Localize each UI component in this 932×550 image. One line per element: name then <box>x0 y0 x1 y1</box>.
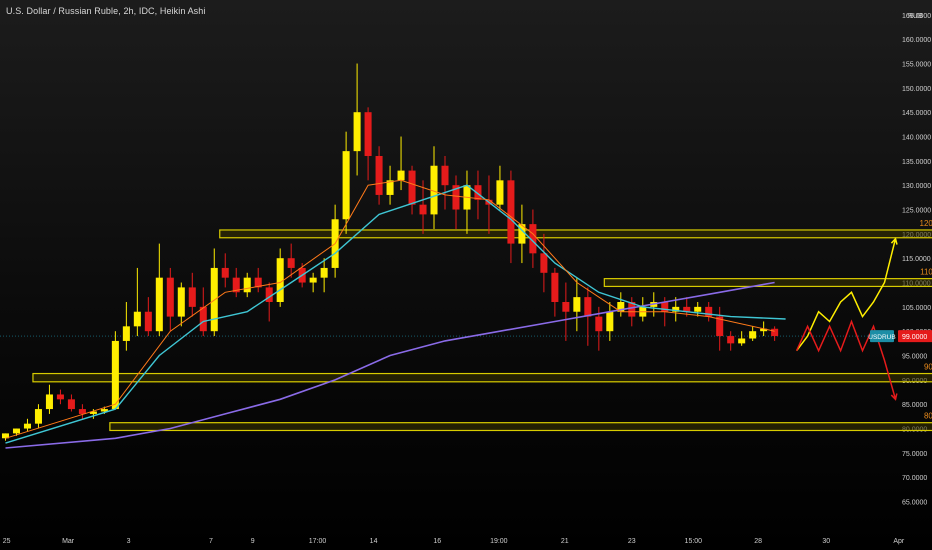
zone-box <box>32 372 932 383</box>
candle-body <box>166 277 174 317</box>
candle-body <box>309 277 317 283</box>
candle-body <box>122 326 130 341</box>
zone-box <box>109 422 932 432</box>
candle-body <box>353 112 361 152</box>
candle-body <box>342 151 350 220</box>
symbol-tag-label: USDRUB <box>868 334 895 341</box>
candle-body <box>496 180 504 205</box>
candle-body <box>144 311 152 332</box>
candle-body <box>705 306 713 317</box>
candle-body <box>507 180 515 244</box>
candle-body <box>188 287 196 307</box>
candle-body <box>276 258 284 302</box>
candle-body <box>45 394 53 410</box>
price-chart[interactable]: 65.000070.000075.000080.000085.000090.00… <box>0 0 932 550</box>
candle-body <box>584 297 592 317</box>
candle-body <box>133 311 141 327</box>
time-tick-label: 25 <box>3 538 11 545</box>
zone-label: 110,000 <box>920 268 932 277</box>
price-tick-label: 70.0000 <box>902 475 927 482</box>
candle-body <box>694 306 702 312</box>
price-tick-label: 115.0000 <box>902 256 931 263</box>
candle-body <box>111 340 119 410</box>
time-tick-label: 21 <box>561 538 569 545</box>
time-tick-label: 9 <box>251 538 255 545</box>
candle-body <box>540 253 548 273</box>
candle-body <box>408 170 416 205</box>
time-tick-label: 19:00 <box>490 538 508 545</box>
ma-medium-line <box>5 184 786 444</box>
time-tick-label: 30 <box>822 538 830 545</box>
price-tick-label: 95.0000 <box>902 354 927 361</box>
candle-body <box>34 409 42 424</box>
time-tick-label: 7 <box>209 538 213 545</box>
candle-body <box>375 156 383 195</box>
candle-body <box>177 287 185 317</box>
zone-box <box>219 229 932 239</box>
candle-body <box>727 336 735 344</box>
time-tick-label: 15:00 <box>685 538 703 545</box>
time-tick-label: 28 <box>754 538 762 545</box>
candle-body <box>67 399 75 410</box>
candle-body <box>562 302 570 312</box>
candle-body <box>243 277 251 293</box>
candle-body <box>23 423 31 429</box>
time-tick-label: 14 <box>370 538 378 545</box>
candle-body <box>595 316 603 332</box>
price-tick-label: 150.0000 <box>902 86 931 93</box>
candle-body <box>155 277 163 332</box>
price-tick-label: 75.0000 <box>902 451 927 458</box>
price-tick-label: 135.0000 <box>902 159 931 166</box>
candle-body <box>749 331 757 339</box>
candle-body <box>771 328 779 337</box>
candle-body <box>199 306 207 332</box>
price-tick-label: 140.0000 <box>902 135 931 142</box>
price-tick-label: 160.0000 <box>902 37 931 44</box>
price-tick-label: 155.0000 <box>902 62 931 69</box>
candle-body <box>320 267 328 278</box>
price-tick-label: 65.0000 <box>902 500 927 507</box>
candle-body <box>12 428 20 434</box>
last-price-label: 99.0000 <box>902 334 927 341</box>
candle-body <box>606 311 614 332</box>
time-tick-label: Apr <box>893 538 905 545</box>
price-tick-label: 145.0000 <box>902 110 931 117</box>
candle-body <box>441 165 449 186</box>
time-tick-label: 16 <box>433 538 441 545</box>
time-tick-label: 17:00 <box>309 538 327 545</box>
zone-label: 120,000 <box>920 219 932 228</box>
candle-body <box>573 297 581 312</box>
candle-body <box>738 338 746 344</box>
price-tick-label: 130.0000 <box>902 183 931 190</box>
time-tick-label: Mar <box>62 538 75 545</box>
zone-label: 80,000 <box>924 412 932 421</box>
time-tick-label: 3 <box>127 538 131 545</box>
price-tick-label: 125.0000 <box>902 208 931 215</box>
candle-body <box>287 258 295 268</box>
candle-body <box>419 204 427 215</box>
candle-body <box>221 267 229 278</box>
price-tick-label: 105.0000 <box>902 305 931 312</box>
candle-body <box>56 394 64 400</box>
candle-body <box>551 272 559 302</box>
candle-body <box>397 170 405 181</box>
chart-title: U.S. Dollar / Russian Ruble, 2h, IDC, He… <box>6 6 206 16</box>
zone-label: 90,000 <box>924 363 932 372</box>
chart-area[interactable]: 65.000070.000075.000080.000085.000090.00… <box>0 0 932 550</box>
time-tick-label: 23 <box>628 538 636 545</box>
price-tick-label: 85.0000 <box>902 402 927 409</box>
candle-body <box>364 112 372 156</box>
currency-label: RUB <box>908 13 923 20</box>
